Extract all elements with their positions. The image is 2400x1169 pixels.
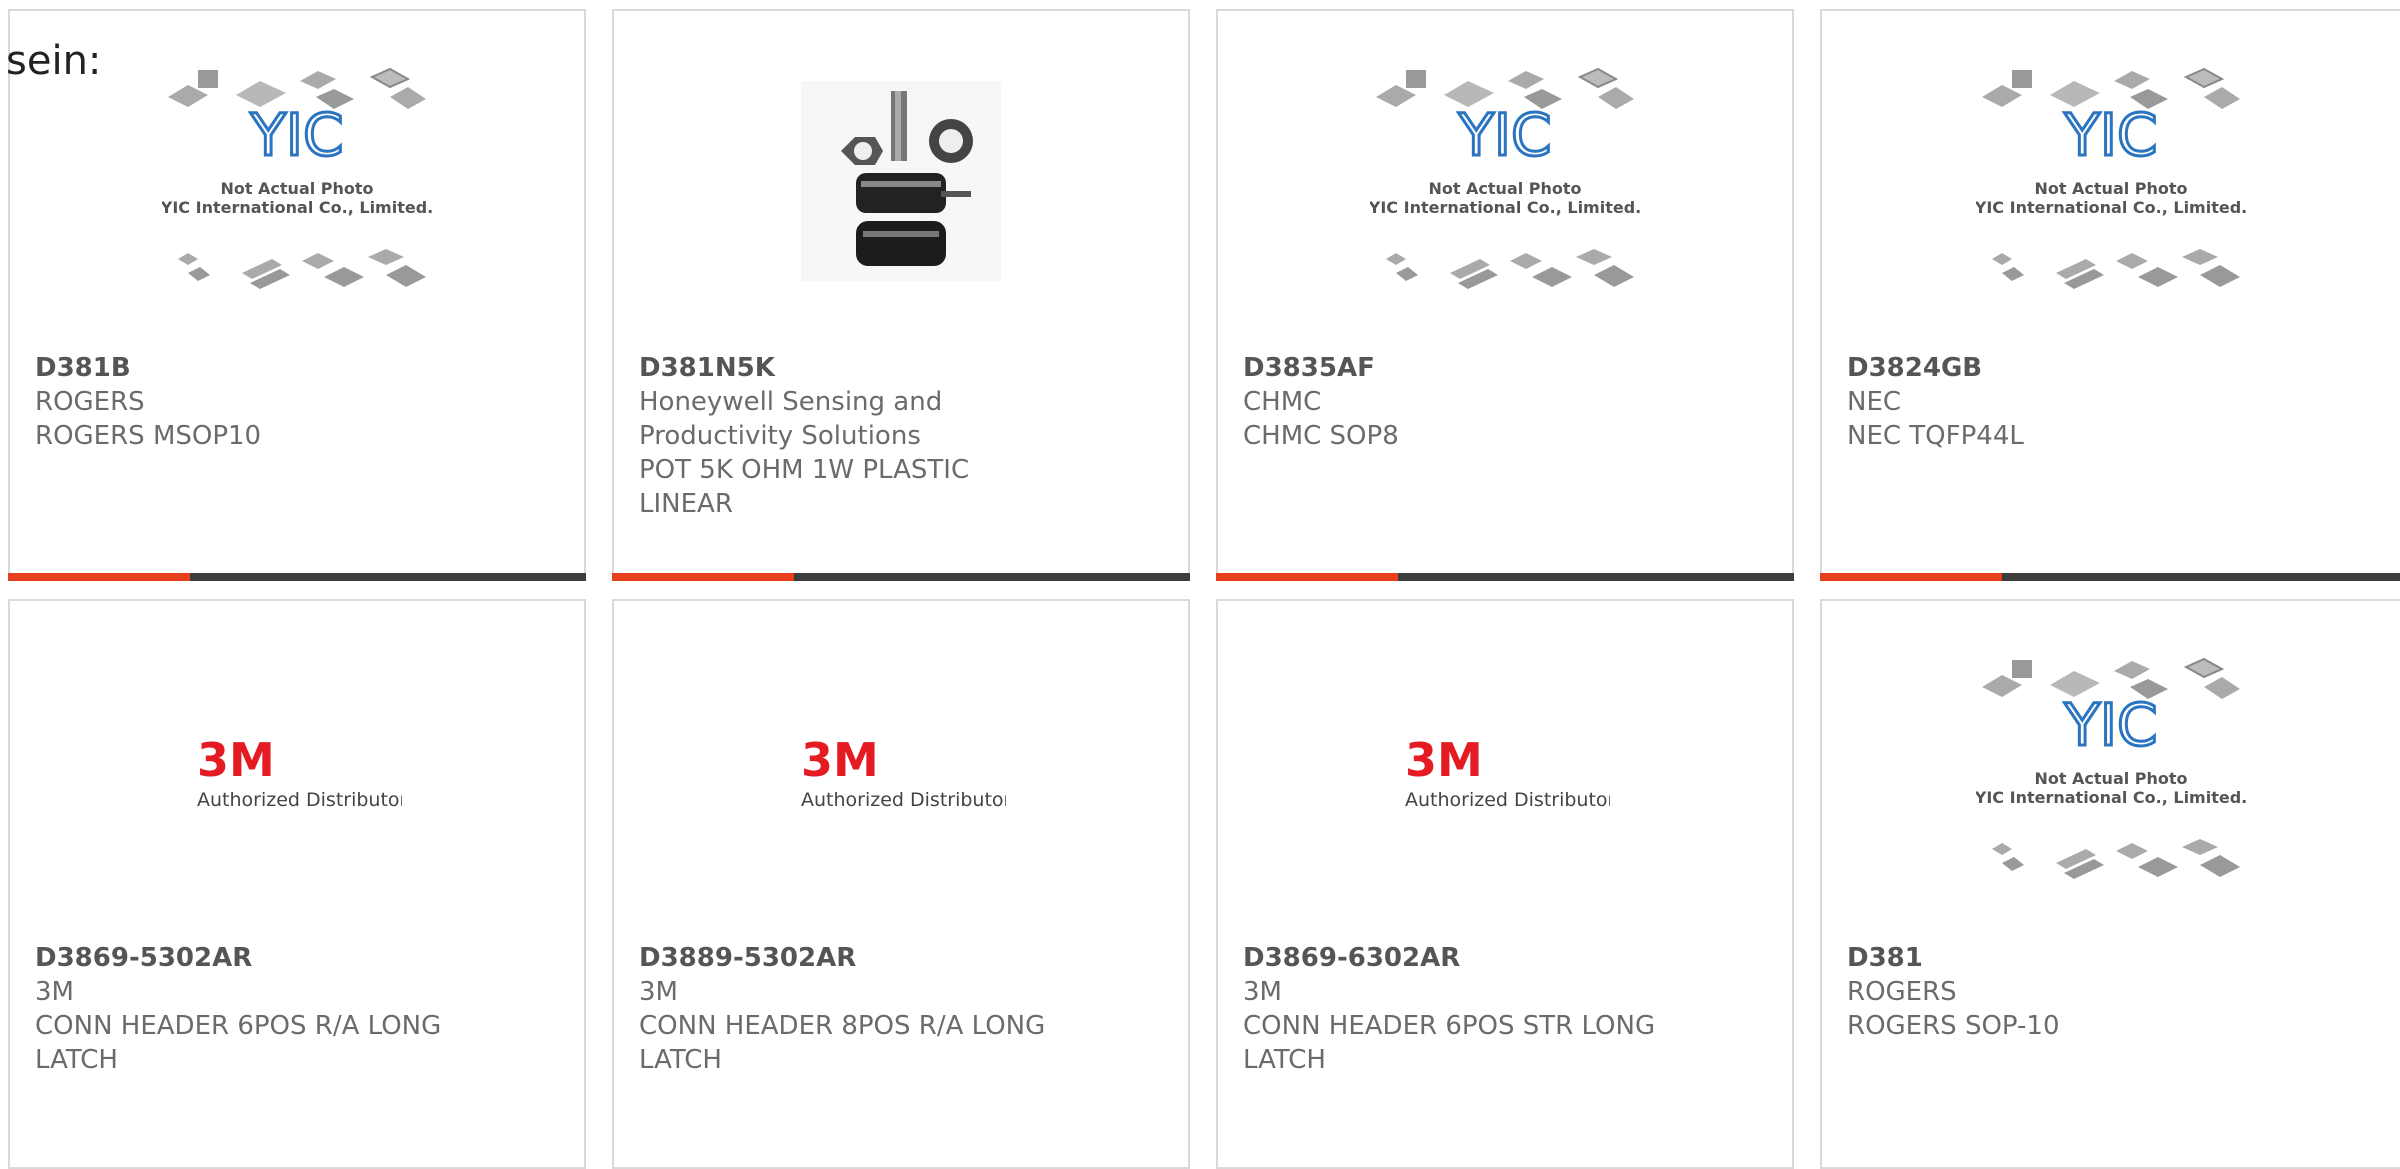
svg-text:3M: 3M bbox=[197, 733, 275, 787]
yic-placeholder-image: YIC Not Actual Photo YIC International C… bbox=[1976, 67, 2246, 289]
product-card[interactable]: YIC Not Actual Photo YIC International C… bbox=[1820, 9, 2400, 581]
product-image: 3M Authorized Distributor bbox=[10, 601, 584, 941]
card-bar bbox=[1820, 573, 2400, 581]
svg-text:Not Actual Photo: Not Actual Photo bbox=[2034, 179, 2187, 198]
svg-text:3M: 3M bbox=[1405, 733, 1483, 787]
description: POT 5K OHM 1W PLASTIC LINEAR bbox=[639, 455, 970, 519]
part-number[interactable]: D3824GB bbox=[1847, 351, 2380, 385]
svg-text:YIC International Co., Limited: YIC International Co., Limited. bbox=[1370, 198, 1640, 217]
part-number[interactable]: D381 bbox=[1847, 941, 2380, 975]
product-card[interactable]: 3M Authorized Distributor D3869-5302AR 3… bbox=[8, 599, 586, 1169]
product-card[interactable]: 3M Authorized Distributor D3889-5302AR 3… bbox=[612, 599, 1190, 1169]
potentiometer-photo bbox=[801, 81, 1001, 281]
part-number[interactable]: D3869-6302AR bbox=[1243, 941, 1772, 975]
svg-text:3M: 3M bbox=[801, 733, 879, 787]
manufacturer: CHMC bbox=[1243, 387, 1322, 417]
manufacturer: Honeywell Sensing and Productivity Solut… bbox=[639, 387, 943, 451]
manufacturer: ROGERS bbox=[1847, 977, 1957, 1007]
svg-text:Not Actual Photo: Not Actual Photo bbox=[2034, 769, 2187, 788]
description: NEC TQFP44L bbox=[1847, 421, 2024, 451]
product-image: 3M Authorized Distributor bbox=[1218, 601, 1792, 941]
product-image: YIC Not Actual Photo YIC International C… bbox=[1822, 11, 2400, 351]
3m-logo-image: 3M Authorized Distributor bbox=[801, 733, 1006, 811]
svg-text:YIC: YIC bbox=[1457, 101, 1551, 169]
intro-text: sein: bbox=[6, 38, 102, 84]
manufacturer: ROGERS bbox=[35, 387, 145, 417]
manufacturer: 3M bbox=[639, 977, 678, 1007]
card-bar bbox=[8, 573, 586, 581]
description: CHMC SOP8 bbox=[1243, 421, 1399, 451]
3m-logo-image: 3M Authorized Distributor bbox=[197, 733, 402, 811]
yic-placeholder-image: YIC Not Actual Photo YIC International C… bbox=[1976, 657, 2246, 879]
svg-text:YIC International Co., Limited: YIC International Co., Limited. bbox=[1976, 198, 2246, 217]
description: CONN HEADER 6POS STR LONG LATCH bbox=[1243, 1011, 1656, 1075]
3m-logo-image: 3M Authorized Distributor bbox=[1405, 733, 1610, 811]
svg-text:Authorized Distributor: Authorized Distributor bbox=[1405, 789, 1610, 811]
svg-text:Not Actual Photo: Not Actual Photo bbox=[1428, 179, 1581, 198]
product-card[interactable]: YIC Not Actual Photo YIC International C… bbox=[8, 9, 586, 581]
product-card[interactable]: YIC Not Actual Photo YIC International C… bbox=[1820, 599, 2400, 1169]
svg-text:Not Actual Photo: Not Actual Photo bbox=[220, 179, 373, 198]
description: CONN HEADER 8POS R/A LONG LATCH bbox=[639, 1011, 1046, 1075]
description: ROGERS SOP-10 bbox=[1847, 1011, 2060, 1041]
part-number[interactable]: D3889-5302AR bbox=[639, 941, 1168, 975]
product-image: YIC Not Actual Photo YIC International C… bbox=[1822, 601, 2400, 941]
manufacturer: 3M bbox=[35, 977, 74, 1007]
card-bar bbox=[612, 573, 1190, 581]
product-image bbox=[614, 11, 1188, 351]
description: ROGERS MSOP10 bbox=[35, 421, 262, 451]
svg-text:Authorized Distributor: Authorized Distributor bbox=[197, 789, 402, 811]
svg-text:Authorized Distributor: Authorized Distributor bbox=[801, 789, 1006, 811]
part-number[interactable]: D381B bbox=[35, 351, 564, 385]
yic-placeholder-image: YIC Not Actual Photo YIC International C… bbox=[162, 67, 432, 289]
svg-text:YIC: YIC bbox=[249, 101, 343, 169]
product-card[interactable]: D381N5K Honeywell Sensing and Productivi… bbox=[612, 9, 1190, 581]
product-image: YIC Not Actual Photo YIC International C… bbox=[1218, 11, 1792, 351]
product-card[interactable]: YIC Not Actual Photo YIC International C… bbox=[1216, 9, 1794, 581]
part-number[interactable]: D381N5K bbox=[639, 351, 1168, 385]
card-bar bbox=[1216, 573, 1794, 581]
part-number[interactable]: D3835AF bbox=[1243, 351, 1772, 385]
manufacturer: 3M bbox=[1243, 977, 1282, 1007]
manufacturer: NEC bbox=[1847, 387, 1902, 417]
product-image: 3M Authorized Distributor bbox=[614, 601, 1188, 941]
svg-text:YIC International Co., Limited: YIC International Co., Limited. bbox=[162, 198, 432, 217]
product-card[interactable]: 3M Authorized Distributor D3869-6302AR 3… bbox=[1216, 599, 1794, 1169]
svg-text:YIC: YIC bbox=[2063, 691, 2157, 759]
part-number[interactable]: D3869-5302AR bbox=[35, 941, 564, 975]
svg-text:YIC: YIC bbox=[2063, 101, 2157, 169]
description: CONN HEADER 6POS R/A LONG LATCH bbox=[35, 1011, 442, 1075]
yic-placeholder-image: YIC Not Actual Photo YIC International C… bbox=[1370, 67, 1640, 289]
svg-text:YIC International Co., Limited: YIC International Co., Limited. bbox=[1976, 788, 2246, 807]
